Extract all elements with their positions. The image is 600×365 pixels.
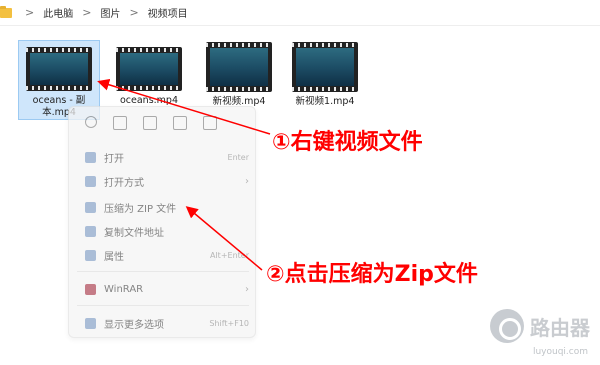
router-logo-icon <box>490 309 524 343</box>
watermark-brand: 路由器 <box>530 315 590 340</box>
arrow-to-zip <box>185 206 263 271</box>
annotation-step-1: ①右键视频文件 <box>272 130 423 155</box>
watermark-site: luyouqi.com <box>532 347 588 357</box>
watermark: 路由器 <box>490 309 590 343</box>
annotation-step-2: ②点击压缩为Zip文件 <box>266 262 478 287</box>
arrow-to-file <box>97 78 271 135</box>
